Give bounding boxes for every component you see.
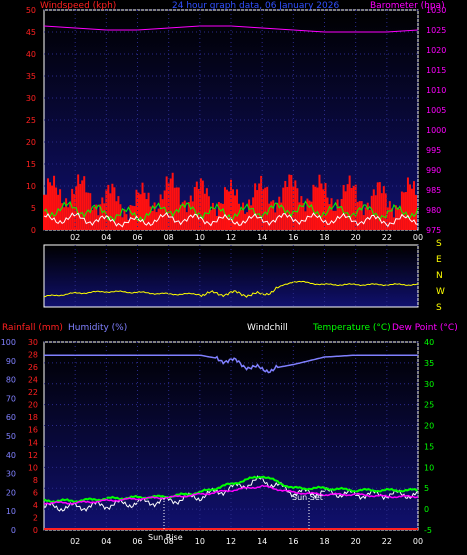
time-tick-label: 04 [101,537,111,546]
time-tick-label: 00 [413,537,423,546]
temperature-axis-label: Temperature (°C) [312,323,391,333]
time-tick-label: 08 [164,233,174,242]
temperature-tick-label: 0 [424,505,429,514]
barometer-tick-label: 985 [426,186,441,195]
rainfall-tick-label: 6 [33,488,38,497]
humidity-tick-label: 30 [6,470,16,479]
barometer-tick-label: 1000 [426,126,446,135]
sunset-label: Sun Set [292,493,323,502]
time-tick-label: 00 [413,233,423,242]
barometer-tick-label: 1005 [426,106,446,115]
humidity-tick-label: 90 [6,357,16,366]
rainfall-axis-label: Rainfall (mm) [2,323,63,333]
rainfall-tick-label: 0 [33,526,38,535]
time-tick-label: 12 [226,537,236,546]
rainfall-tick-label: 4 [33,501,38,510]
time-tick-label: 18 [319,233,329,242]
temperature-tick-label: 40 [424,338,434,347]
time-tick-label: 22 [382,233,392,242]
compass-letter: E [436,255,442,265]
humidity-tick-label: 0 [11,526,16,535]
rainfall-tick-label: 24 [28,376,38,385]
windspeed-tick-label: 5 [31,204,36,213]
rainfall-tick-label: 18 [28,413,38,422]
time-tick-label: 06 [132,233,142,242]
rainfall-tick-label: 8 [33,476,38,485]
time-tick-label: 14 [257,233,267,242]
time-tick-label: 04 [101,233,111,242]
windspeed-tick-label: 45 [26,28,36,37]
temperature-tick-label: 35 [424,359,434,368]
rainfall-tick-label: 12 [28,451,38,460]
time-tick-label: 18 [319,537,329,546]
windspeed-tick-label: 40 [26,50,36,59]
humidity-tick-label: 80 [6,376,16,385]
humidity-tick-label: 40 [6,451,16,460]
time-tick-label: 10 [195,537,205,546]
windspeed-tick-label: 25 [26,116,36,125]
time-tick-label: 20 [351,233,361,242]
temperature-tick-label: 25 [424,401,434,410]
sunrise-label: Sun Rise [148,533,183,542]
humidity-tick-label: 10 [6,507,16,516]
rainfall-tick-label: 30 [28,338,38,347]
temperature-tick-label: 30 [424,380,434,389]
barometer-tick-label: 975 [426,226,441,235]
temperature-tick-label: -5 [424,526,432,535]
windspeed-tick-label: 30 [26,94,36,103]
humidity-tick-label: 60 [6,413,16,422]
temperature-tick-label: 10 [424,463,434,472]
humidity-tick-label: 70 [6,394,16,403]
temperature-tick-label: 15 [424,442,434,451]
time-tick-label: 02 [70,537,80,546]
windchill-legend-label: Windchill [247,323,288,333]
barometer-tick-label: 995 [426,146,441,155]
weather-graph: Windspeed (kph) 24 hour graph data, 06 J… [1,1,458,546]
rainfall-tick-label: 26 [28,363,38,372]
barometer-tick-label: 1025 [426,26,446,35]
humidity-tick-label: 100 [1,338,16,347]
windspeed-tick-label: 10 [26,182,36,191]
windspeed-tick-label: 0 [31,226,36,235]
barometer-tick-label: 990 [426,166,441,175]
compass-letter: S [436,303,442,313]
time-tick-label: 12 [226,233,236,242]
time-tick-label: 20 [351,537,361,546]
barometer-tick-label: 1010 [426,86,446,95]
dewpoint-axis-label: Dew Point (°C) [392,323,458,333]
chart-title: 24 hour graph data, 06 January 2026 [172,1,339,11]
compass-letter: S [436,239,442,249]
rainfall-tick-label: 22 [28,388,38,397]
humidity-axis-label: Humidity (%) [68,323,127,333]
compass-letter: W [436,287,445,297]
barometer-tick-label: 1015 [426,66,446,75]
time-tick-label: 14 [257,537,267,546]
rainfall-tick-label: 16 [28,426,38,435]
humidity-tick-label: 20 [6,488,16,497]
windspeed-tick-label: 15 [26,160,36,169]
time-tick-label: 10 [195,233,205,242]
time-tick-label: 16 [288,233,298,242]
humidity-tick-label: 50 [6,432,16,441]
rainfall-tick-label: 20 [28,401,38,410]
time-tick-label: 02 [70,233,80,242]
rainfall-tick-label: 2 [33,513,38,522]
time-tick-label: 06 [132,537,142,546]
time-tick-label: 16 [288,537,298,546]
windspeed-tick-label: 50 [26,6,36,15]
rainfall-tick-label: 10 [28,463,38,472]
rainfall-tick-label: 14 [28,438,38,447]
temperature-tick-label: 20 [424,422,434,431]
time-tick-label: 22 [382,537,392,546]
windspeed-tick-label: 20 [26,138,36,147]
rainfall-tick-label: 28 [28,351,38,360]
temperature-tick-label: 5 [424,484,429,493]
compass-letter: N [436,271,443,281]
windspeed-tick-label: 35 [26,72,36,81]
barometer-tick-label: 1020 [426,46,446,55]
barometer-tick-label: 1030 [426,6,446,15]
barometer-tick-label: 980 [426,206,441,215]
